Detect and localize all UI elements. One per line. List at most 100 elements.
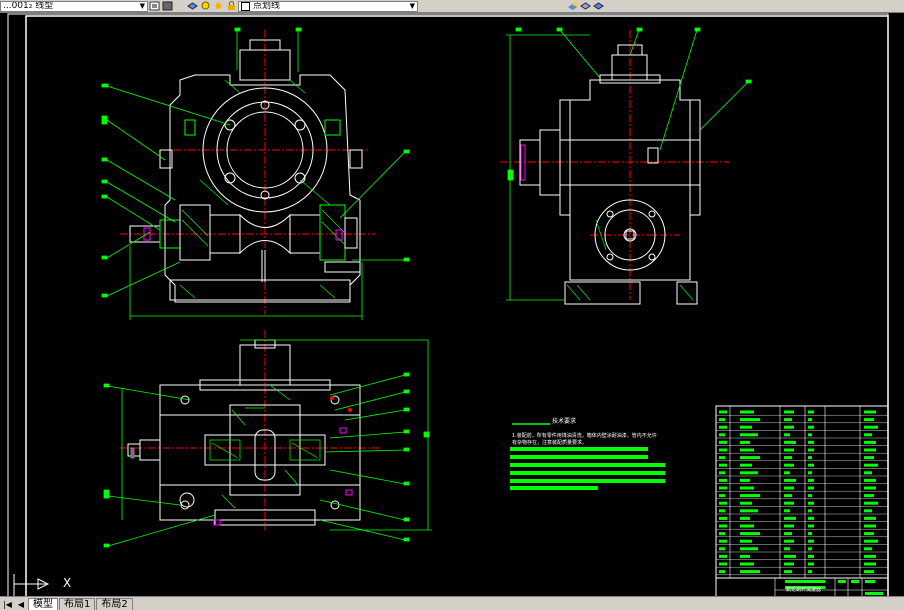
color-swatch-icon <box>241 1 250 11</box>
parts-list-cell-glyphs <box>864 554 876 558</box>
parts-list-cell-glyphs <box>719 433 725 437</box>
parts-list-cell-glyphs <box>784 448 794 452</box>
parts-list-cell-glyphs <box>864 433 872 437</box>
parts-list-cell-glyphs <box>784 547 790 551</box>
parts-list-cell-glyphs <box>740 486 754 490</box>
parts-list-cell-glyphs <box>808 486 814 490</box>
layer-states-icon[interactable] <box>149 1 160 11</box>
bulb-icon[interactable] <box>200 1 211 11</box>
chevron-down-icon: ▼ <box>139 1 145 10</box>
parts-list-cell-glyphs <box>740 524 754 528</box>
drawing-canvas[interactable] <box>0 13 904 596</box>
parts-list-cell-glyphs <box>719 418 725 422</box>
parts-list-cell-glyphs <box>740 516 750 520</box>
parts-list-cell-glyphs <box>740 494 760 498</box>
linetype-combo[interactable]: 点划线 ▼ <box>238 0 418 12</box>
parts-list-cell-glyphs <box>740 478 750 482</box>
parts-list-cell-glyphs <box>808 516 814 520</box>
parts-list-cell-glyphs <box>740 425 752 429</box>
parts-list-cell-glyphs <box>864 456 874 460</box>
layer-combo-value: ...001₂ 线型 <box>3 0 54 11</box>
parts-list-cell-glyphs <box>864 463 878 467</box>
parts-list-cell-glyphs <box>808 425 814 429</box>
parts-list-cell-glyphs <box>740 463 752 467</box>
parts-list-cell-glyphs <box>808 554 814 558</box>
parts-list-cell-glyphs <box>808 410 814 414</box>
parts-list-cell-glyphs <box>719 570 725 574</box>
parts-list-cell-glyphs <box>784 456 792 460</box>
parts-list-cell-glyphs <box>808 440 814 444</box>
parts-list-cell-glyphs <box>808 501 814 505</box>
layout-tabs: |◀ ◀ 模型 布局1 布局2 <box>0 596 904 610</box>
parts-list-cell-glyphs <box>864 478 876 482</box>
tab-nav-prev-icon[interactable]: ◀ <box>15 599 27 610</box>
parts-list-cell-glyphs <box>740 418 760 422</box>
parts-list-cell-glyphs <box>740 547 758 551</box>
layer-walk-icon[interactable] <box>580 1 591 11</box>
parts-list-cell-glyphs <box>740 509 758 513</box>
parts-list-cell-glyphs <box>784 463 794 467</box>
technical-notes-line-2: 有杂物存在，注意装配质量要求。 <box>512 440 588 446</box>
parts-list-cell-glyphs <box>784 410 794 414</box>
parts-list-cell-glyphs <box>864 562 876 566</box>
title-block-name: 蜗轮蜗杆减速器 <box>786 587 822 593</box>
parts-list-cell-glyphs <box>784 486 794 490</box>
parts-list-cell-glyphs <box>808 509 812 513</box>
parts-list-cell-glyphs <box>864 570 874 574</box>
parts-list-cell-glyphs <box>719 440 727 444</box>
layer-stack-icon[interactable] <box>187 1 198 11</box>
parts-list-cell-glyphs <box>784 440 796 444</box>
parts-list-cell-glyphs <box>864 471 872 475</box>
parts-list-cell-glyphs <box>719 554 727 558</box>
parts-list-cell-glyphs <box>784 478 796 482</box>
tab-layout-2[interactable]: 布局2 <box>96 598 133 610</box>
parts-list-cell-glyphs <box>740 554 750 558</box>
tab-nav-first-icon[interactable]: |◀ <box>0 599 15 610</box>
parts-list-cell-glyphs <box>719 509 725 513</box>
title-block-cell-glyphs <box>838 580 846 583</box>
parts-list-cell-glyphs <box>740 539 752 543</box>
lock-icon[interactable] <box>226 1 237 11</box>
technical-notes-line-1: 1.装配前，所有零件用煤油清洗，箱体内壁涂耐油漆，管内不允许 <box>512 433 657 439</box>
parts-list-cell-glyphs <box>719 524 727 528</box>
model-space-background <box>0 13 904 596</box>
tab-layout-1[interactable]: 布局1 <box>59 598 96 610</box>
title-block-cell-glyphs <box>851 580 859 583</box>
parts-list-cell-glyphs <box>719 410 727 414</box>
parts-list-cell-glyphs <box>784 494 792 498</box>
parts-list-cell-glyphs <box>719 539 727 543</box>
parts-list-cell-glyphs <box>784 554 796 558</box>
layer-iso-icon[interactable] <box>593 1 604 11</box>
parts-list-cell-glyphs <box>740 570 760 574</box>
parts-list-cell-glyphs <box>864 509 872 513</box>
parts-list-cell-glyphs <box>808 418 812 422</box>
parts-list-cell-glyphs <box>784 471 790 475</box>
layer-combo[interactable]: ...001₂ 线型 ▼ <box>0 0 148 12</box>
parts-list-cell-glyphs <box>864 410 876 414</box>
sun-icon[interactable] <box>213 1 224 11</box>
toolbar: ...001₂ 线型 ▼ 点划线 ▼ <box>0 0 904 13</box>
parts-list-cell-glyphs <box>719 456 725 460</box>
parts-list-cell-glyphs <box>719 471 725 475</box>
title-block-cell-glyphs <box>865 580 875 583</box>
parts-list-cell-glyphs <box>864 494 874 498</box>
parts-list-cell-glyphs <box>719 562 727 566</box>
title-block-cell-glyphs <box>785 580 825 583</box>
parts-list-cell-glyphs <box>784 418 792 422</box>
parts-list-cell-glyphs <box>864 501 878 505</box>
tab-model[interactable]: 模型 <box>28 598 59 610</box>
parts-list-cell-glyphs <box>740 562 754 566</box>
parts-list-cell-glyphs <box>784 425 794 429</box>
parts-list-cell-glyphs <box>808 547 812 551</box>
parts-list-cell-glyphs <box>784 539 794 543</box>
parts-list-cell-glyphs <box>864 539 878 543</box>
parts-list-cell-glyphs <box>864 425 878 429</box>
parts-list-cell-glyphs <box>719 532 725 536</box>
parts-list-cell-glyphs <box>784 433 790 437</box>
parts-list-cell-glyphs <box>864 532 874 536</box>
ucs-x-axis-label: X <box>63 576 72 590</box>
layer-match-icon[interactable] <box>567 1 578 11</box>
layer-previous-icon[interactable] <box>162 1 173 11</box>
technical-notes-title: 技术要求 <box>552 418 577 425</box>
parts-list-cell-glyphs <box>719 547 725 551</box>
